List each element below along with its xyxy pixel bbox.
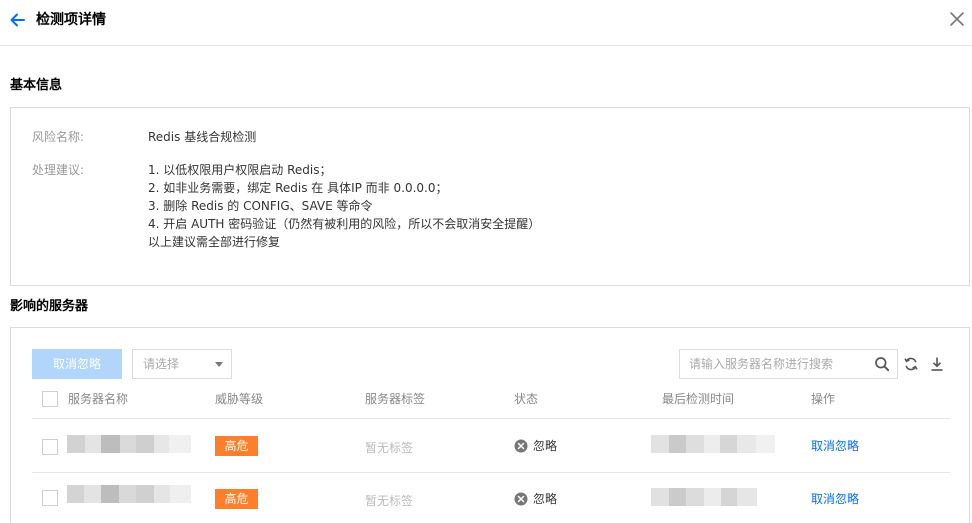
server-name-redacted (67, 435, 191, 453)
cancel-ignore-button[interactable]: 取消忽略 (32, 349, 122, 379)
refresh-icon[interactable] (903, 356, 919, 372)
server-name-redacted (67, 485, 191, 503)
select-all-checkbox[interactable] (42, 391, 58, 407)
download-icon[interactable] (929, 356, 945, 372)
cancel-ignore-link[interactable]: 取消忽略 (811, 491, 859, 507)
basic-info-panel: 风险名称: Redis 基线合规检测 处理建议: 1. 以低权限用户权限启动 R… (10, 107, 970, 286)
advice-line: 3. 删除 Redis 的 CONFIG、SAVE 等命令 (148, 199, 373, 213)
last-check-time-redacted (651, 488, 757, 506)
page-title: 检测项详情 (36, 12, 106, 28)
row-checkbox[interactable] (42, 439, 58, 455)
basic-info-title: 基本信息 (10, 78, 63, 93)
servers-title: 影响的服务器 (10, 299, 89, 314)
advice-text: 1. 以低权限用户权限启动 Redis； 2. 如非业务需要，绑定 Redis … (148, 162, 540, 252)
column-header-threat-level: 威胁等级 (215, 392, 264, 406)
ignore-status-icon (514, 492, 528, 506)
search-input[interactable] (689, 350, 869, 378)
advice-line: 4. 开启 AUTH 密码验证（仍然有被利用的风险，所以不会取消安全提醒） (148, 217, 541, 231)
server-tags-empty: 暂无标签 (365, 441, 414, 455)
search-box (679, 349, 898, 379)
risk-name-value: Redis 基线合规检测 (148, 130, 257, 144)
advice-line: 以上建议需全部进行修复 (148, 235, 281, 249)
row-checkbox[interactable] (42, 490, 58, 506)
chevron-down-icon (215, 362, 223, 367)
advice-line: 2. 如非业务需要，绑定 Redis 在 具体IP 而非 0.0.0.0； (148, 181, 448, 195)
threat-level-badge: 高危 (215, 489, 258, 509)
server-tags-empty: 暂无标签 (365, 494, 414, 508)
header-bar: 检测项详情 (0, 0, 972, 46)
header-divider (32, 418, 950, 419)
column-header-actions: 操作 (811, 392, 836, 406)
row-divider (32, 472, 950, 473)
advice-label: 处理建议: (32, 163, 85, 177)
advice-line: 1. 以低权限用户权限启动 Redis； (148, 163, 332, 177)
column-header-server-name: 服务器名称 (68, 392, 129, 406)
risk-name-label: 风险名称: (32, 130, 85, 144)
cancel-ignore-link[interactable]: 取消忽略 (811, 438, 859, 454)
ignore-status-icon (514, 439, 528, 453)
back-arrow-icon[interactable] (9, 11, 27, 29)
column-header-status: 状态 (514, 392, 539, 406)
search-icon[interactable] (874, 356, 890, 372)
close-icon[interactable] (947, 9, 967, 29)
last-check-time-redacted (651, 435, 775, 453)
filter-select[interactable]: 请选择 (132, 349, 232, 379)
filter-select-value: 请选择 (143, 357, 180, 371)
column-header-last-check-time: 最后检测时间 (662, 392, 735, 406)
servers-panel: 取消忽略 请选择 服务器名称 威胁等级 服务器标签 状态 最后检测时间 操作 高… (10, 327, 970, 523)
status-text: 忽略 (533, 439, 558, 453)
column-header-server-tags: 服务器标签 (365, 392, 426, 406)
status-text: 忽略 (533, 492, 558, 506)
threat-level-badge: 高危 (215, 436, 258, 456)
